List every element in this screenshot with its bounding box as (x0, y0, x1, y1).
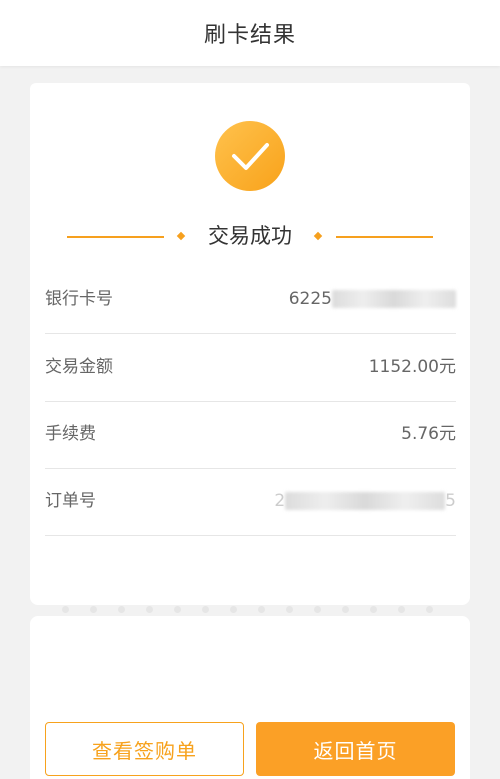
view-receipt-button[interactable]: 查看签购单 (45, 722, 244, 776)
detail-label: 交易金额 (45, 357, 113, 377)
perforation-dot (90, 606, 97, 613)
detail-value: 5.76元 (401, 424, 456, 444)
perforation-dot (426, 606, 433, 613)
diamond-icon (176, 231, 186, 241)
perforation-dot (202, 606, 209, 613)
perforation-dot (314, 606, 321, 613)
detail-row-order-number: 订单号 25 (45, 468, 456, 536)
detail-value: 6225 (289, 266, 456, 333)
status-divider-left (67, 236, 164, 238)
detail-value: 1152.00元 (368, 357, 456, 377)
perforation-dot (370, 606, 377, 613)
back-home-button[interactable]: 返回首页 (256, 722, 455, 776)
masked-value (332, 290, 456, 308)
perforation-dot (398, 606, 405, 613)
perforation-dot (174, 606, 181, 613)
order-number-tail: 5 (445, 491, 456, 511)
page-title: 刷卡结果 (203, 23, 296, 48)
perforation-dot (258, 606, 265, 613)
detail-label: 银行卡号 (45, 289, 113, 309)
detail-row-card-number: 银行卡号 6225 (45, 266, 456, 334)
result-card: 交易成功 银行卡号 6225 交易金额 1152.00元 手续费 5.76元 订… (30, 83, 470, 605)
status-divider-right (336, 236, 433, 238)
header-bar: 刷卡结果 (0, 0, 500, 66)
order-number-head: 2 (274, 491, 286, 511)
masked-value (285, 492, 446, 510)
detail-row-fee: 手续费 5.76元 (45, 401, 456, 469)
detail-value: 25 (274, 468, 456, 535)
detail-row-amount: 交易金额 1152.00元 (45, 334, 456, 402)
perforation-dot (118, 606, 125, 613)
perforation-dot (342, 606, 349, 613)
status-text: 交易成功 (208, 224, 292, 248)
perforation-dot (230, 606, 237, 613)
detail-label: 手续费 (45, 424, 96, 444)
status-row: 交易成功 (30, 219, 470, 253)
perforation-divider (30, 603, 470, 617)
diamond-icon (313, 231, 323, 241)
check-icon (215, 121, 285, 191)
detail-label: 订单号 (45, 491, 96, 511)
card-number-value: 6225 (288, 289, 332, 309)
perforation-dot (62, 606, 69, 613)
perforation-dot (146, 606, 153, 613)
perforation-dot (286, 606, 293, 613)
